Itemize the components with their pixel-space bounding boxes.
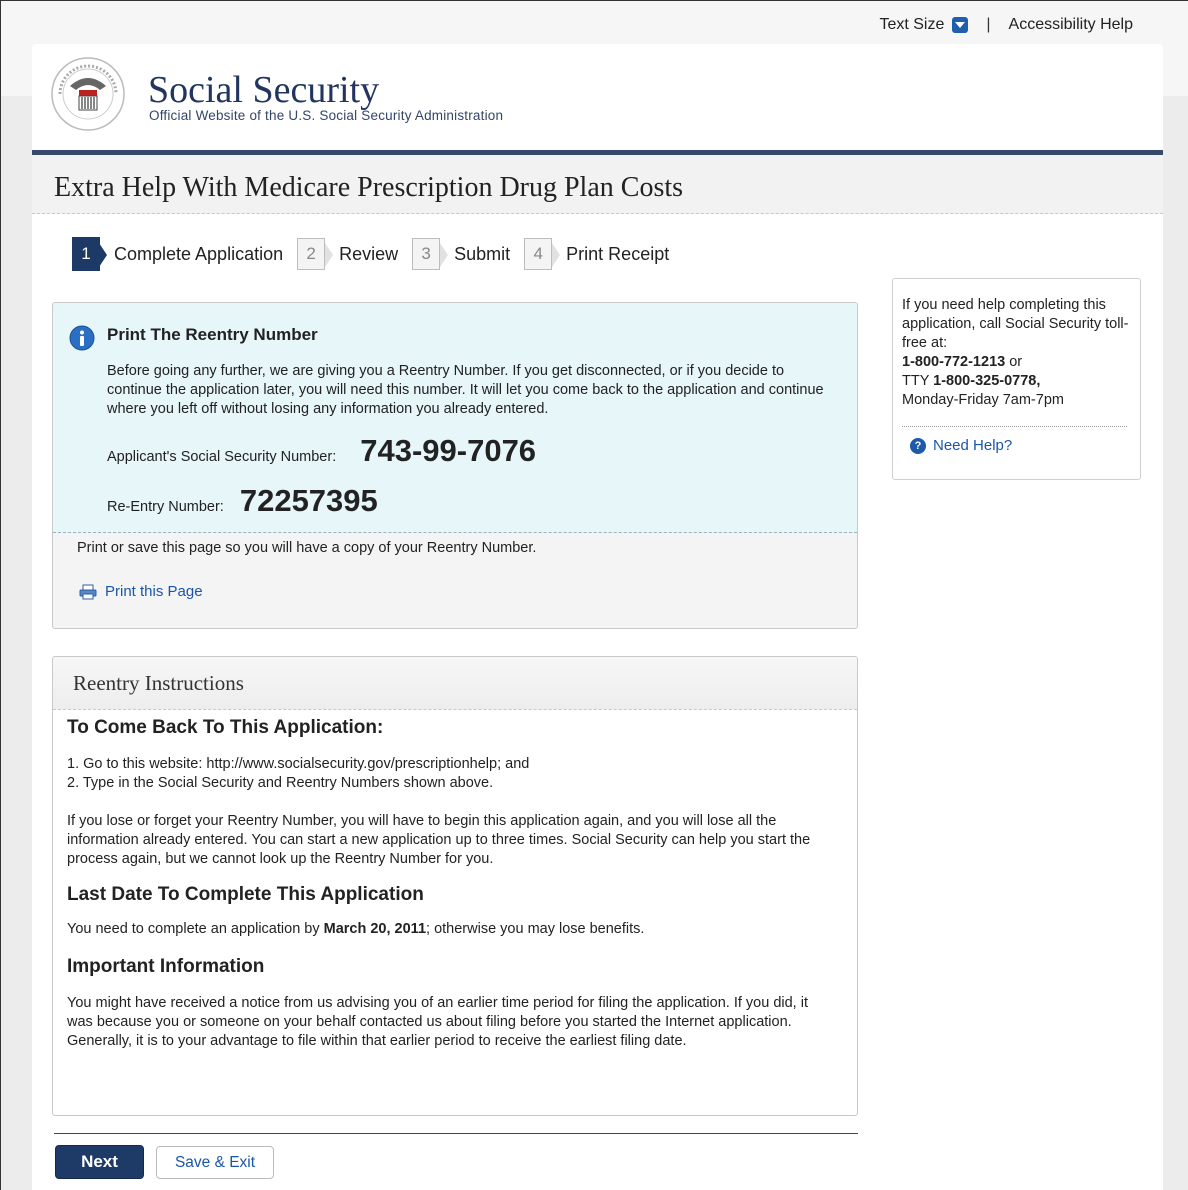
step-print-receipt: 4 Print Receipt bbox=[524, 238, 669, 270]
ssa-seal-icon bbox=[51, 57, 125, 131]
accessibility-help-link[interactable]: Accessibility Help bbox=[1009, 16, 1133, 34]
ssn-label: Applicant's Social Security Number: bbox=[107, 449, 337, 465]
step-label: Submit bbox=[454, 243, 511, 264]
footer-divider bbox=[54, 1133, 858, 1134]
need-help-label: Need Help? bbox=[933, 437, 1013, 454]
page-title-bar: Extra Help With Medicare Prescription Dr… bbox=[32, 155, 1163, 214]
important-heading: Important Information bbox=[67, 956, 265, 977]
text-size-link[interactable]: Text Size bbox=[879, 16, 944, 34]
instructions-heading: Reentry Instructions bbox=[73, 671, 244, 695]
step-label: Review bbox=[339, 243, 399, 264]
instruction-step-2: 2. Type in the Social Security and Reent… bbox=[67, 775, 494, 791]
last-date-paragraph: You need to complete an application by M… bbox=[67, 920, 837, 939]
info-icon bbox=[69, 325, 95, 351]
printer-icon bbox=[79, 584, 97, 599]
progress-steps: 1 Complete Application 2 Review 3 Submit… bbox=[72, 237, 683, 271]
print-page-label: Print this Page bbox=[105, 583, 203, 600]
help-or: or bbox=[1005, 354, 1023, 370]
save-note: Print or save this page so you will have… bbox=[77, 540, 537, 556]
lose-number-paragraph: If you lose or forget your Reentry Numbe… bbox=[67, 813, 811, 867]
need-help-link[interactable]: ? Need Help? bbox=[910, 437, 1012, 454]
instructions-body: To Come Back To This Application: 1. Go … bbox=[67, 718, 837, 1051]
instructions-header: Reentry Instructions bbox=[53, 657, 857, 710]
help-intro: If you need help completing this applica… bbox=[902, 297, 1129, 351]
notice-intro: Before going any further, we are giving … bbox=[107, 363, 824, 417]
sidebar-divider bbox=[902, 426, 1127, 427]
step-label: Print Receipt bbox=[566, 243, 670, 264]
come-back-heading: To Come Back To This Application: bbox=[67, 717, 384, 738]
ssn-value: 743-99-7076 bbox=[360, 433, 537, 468]
main-container: Social Security Official Website of the … bbox=[32, 44, 1163, 1190]
notice-heading: Print The Reentry Number bbox=[107, 325, 318, 344]
reentry-notice-box: Print The Reentry Number Before going an… bbox=[52, 302, 858, 629]
last-date-heading: Last Date To Complete This Application bbox=[67, 884, 424, 905]
step-submit: 3 Submit bbox=[412, 238, 510, 270]
site-header: Social Security Official Website of the … bbox=[32, 44, 1163, 155]
next-button[interactable]: Next bbox=[55, 1145, 144, 1179]
reentry-label: Re-Entry Number: bbox=[107, 499, 224, 515]
help-hours: Monday-Friday 7am-7pm bbox=[902, 392, 1064, 408]
brand-subtitle: Official Website of the U.S. Social Secu… bbox=[149, 108, 504, 123]
step-number: 1 bbox=[72, 237, 107, 271]
step-number: 2 bbox=[297, 238, 334, 270]
step-number: 3 bbox=[412, 238, 449, 270]
utility-bar: Text Size | Accessibility Help bbox=[879, 16, 1133, 34]
save-exit-button[interactable]: Save & Exit bbox=[156, 1146, 274, 1179]
question-icon: ? bbox=[910, 437, 926, 454]
utility-separator: | bbox=[986, 16, 991, 33]
print-page-link[interactable]: Print this Page bbox=[79, 583, 203, 600]
last-date-pre: You need to complete an application by bbox=[67, 921, 324, 937]
step-complete-application: 1 Complete Application bbox=[72, 237, 283, 271]
reentry-instructions-panel: Reentry Instructions To Come Back To Thi… bbox=[52, 656, 858, 1116]
last-date-value: March 20, 2011 bbox=[323, 921, 427, 937]
step-label: Complete Application bbox=[114, 243, 284, 264]
help-tty-label: TTY bbox=[902, 373, 934, 389]
help-phone: 1-800-772-1213 bbox=[902, 354, 1006, 370]
last-date-post: ; otherwise you may lose benefits. bbox=[426, 921, 645, 937]
instruction-step-1: 1. Go to this website: http://www.social… bbox=[67, 756, 530, 772]
reentry-row: Re-Entry Number: 72257395 bbox=[107, 483, 378, 519]
help-sidebar: If you need help completing this applica… bbox=[892, 278, 1141, 480]
help-text: If you need help completing this applica… bbox=[902, 296, 1130, 410]
page-title: Extra Help With Medicare Prescription Dr… bbox=[54, 172, 684, 203]
help-tty: 1-800-325-0778, bbox=[933, 373, 1041, 389]
step-number: 4 bbox=[524, 238, 561, 270]
chevron-down-icon[interactable] bbox=[952, 17, 969, 33]
reentry-value: 72257395 bbox=[239, 483, 378, 518]
step-review: 2 Review bbox=[297, 238, 398, 270]
important-paragraph: You might have received a notice from us… bbox=[67, 995, 808, 1049]
ssn-row: Applicant's Social Security Number: 743-… bbox=[107, 433, 536, 469]
brand-title[interactable]: Social Security bbox=[148, 68, 379, 112]
